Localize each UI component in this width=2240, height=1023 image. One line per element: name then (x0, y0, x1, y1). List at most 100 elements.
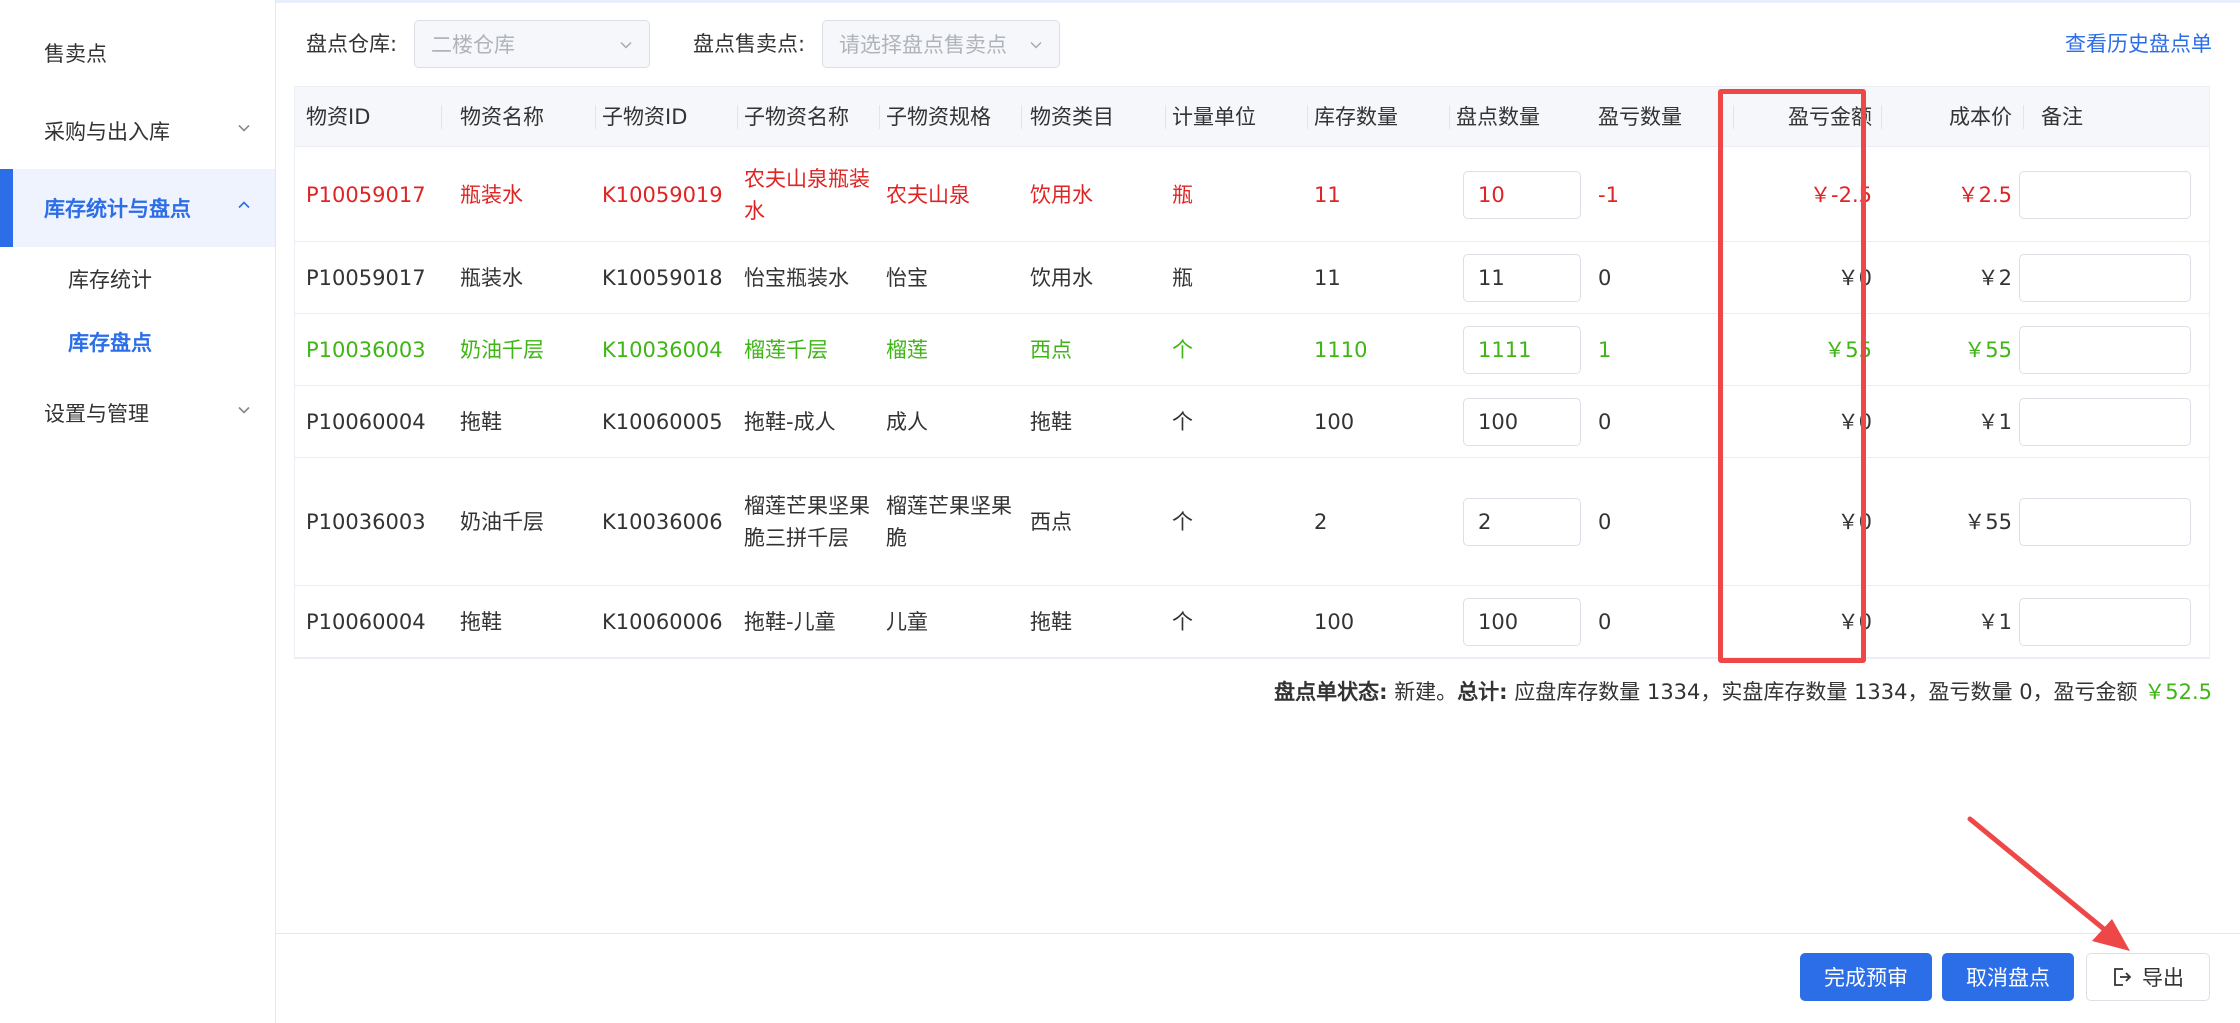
cell-text: 饮用水 (1030, 182, 1093, 207)
cell-text: 拖鞋 (460, 410, 502, 434)
cell-text: ￥0 (1837, 510, 1872, 534)
remark-input[interactable] (2019, 254, 2191, 302)
count-input[interactable]: 11 (1463, 254, 1581, 302)
sidebar-item-settings[interactable]: 设置与管理 (0, 374, 275, 452)
cell-text: 饮用水 (1030, 266, 1093, 290)
cell-text: P10060004 (306, 610, 426, 634)
remark-input[interactable] (2019, 598, 2191, 646)
cell-sub-id: K10036006 (602, 458, 744, 586)
table-row: P10059017 瓶装水 K10059019 农夫山泉瓶装水 农夫山泉 饮用水 瓶 11 -1… (295, 147, 2209, 242)
count-input[interactable]: 10 (1463, 170, 1581, 219)
cell-stock: 11 (1314, 242, 1456, 314)
count-input[interactable]: 100 (1463, 598, 1581, 646)
cell-cost: ￥2 (1882, 242, 2012, 314)
complete-review-button[interactable]: 完成预审 (1800, 953, 1932, 1001)
cancel-count-button[interactable]: 取消盘点 (1942, 953, 2074, 1001)
cell-spec: 榴莲 (886, 314, 1018, 386)
cell-text: 100 (1314, 410, 1355, 434)
footer-divider (276, 933, 2240, 934)
sale-point-select-placeholder: 请选择盘点售卖点 (839, 33, 1007, 57)
column-header: 物资ID (306, 87, 448, 147)
sidebar-item-sale-point[interactable]: 售卖点 (0, 14, 275, 92)
remark-input[interactable] (2019, 170, 2191, 219)
cell-text: 榴莲芒果坚果脆三拼千层 (744, 494, 870, 550)
cell-name: 瓶装水 (460, 147, 602, 242)
cell-spec: 成人 (886, 386, 1018, 458)
cell-remark (2019, 386, 2199, 458)
remark-input[interactable] (2019, 398, 2191, 446)
cell-text: ￥-2.5 (1810, 182, 1872, 207)
cell-text: ￥55 (1964, 338, 2012, 362)
cell-id: P10036003 (306, 458, 448, 586)
cell-text: ￥1 (1977, 410, 2012, 434)
cell-diff: -1 (1598, 147, 1740, 242)
table-header: 物资ID 物资名称 子物资ID 子物资名称 子物资规格 物资类目 计量单位 库存… (295, 87, 2209, 147)
column-header: 物资类目 (1030, 87, 1172, 147)
count-input[interactable]: 2 (1463, 498, 1581, 546)
cell-name: 拖鞋 (460, 586, 602, 658)
table-row: P10059017 瓶装水 K10059018 怡宝瓶装水 怡宝 饮用水 瓶 11 0 ￥0 ￥2 1… (295, 242, 2209, 314)
column-header: 子物资规格 (886, 87, 1028, 147)
cell-text: 11 (1314, 182, 1341, 207)
count-input[interactable]: 100 (1463, 398, 1581, 446)
cell-stock: 2 (1314, 458, 1456, 586)
cell-text: 瓶 (1172, 182, 1193, 207)
chevron-down-icon (1030, 41, 1042, 49)
cell-text: K10059019 (602, 182, 723, 207)
table-row: P10060004 拖鞋 K10060005 拖鞋-成人 成人 拖鞋 个 100 0 ￥0 ￥1 10… (295, 386, 2209, 458)
cell-amount: ￥0 (1740, 458, 1872, 586)
remark-input[interactable] (2019, 498, 2191, 546)
column-header: 子物资ID (602, 87, 744, 147)
cell-count: 2 (1463, 458, 1593, 586)
cell-text: 农夫山泉 (886, 182, 970, 207)
cell-sub-name: 榴莲芒果坚果脆三拼千层 (744, 458, 876, 586)
cell-text: 怡宝 (886, 266, 928, 290)
cell-text: ￥0 (1837, 610, 1872, 634)
cell-count: 100 (1463, 386, 1593, 458)
cell-text: 0 (1598, 510, 1612, 534)
cell-text: 奶油千层 (460, 510, 544, 534)
cell-count: 10 (1463, 147, 1593, 242)
cell-id: P10060004 (306, 386, 448, 458)
remark-input[interactable] (2019, 326, 2191, 374)
cell-text: 西点 (1030, 510, 1072, 534)
cell-text: 瓶 (1172, 266, 1193, 290)
warehouse-select[interactable]: 二楼仓库 (414, 20, 650, 68)
cell-text: K10059018 (602, 266, 723, 290)
cell-remark (2019, 458, 2199, 586)
cell-text: 农夫山泉瓶装水 (744, 166, 870, 223)
cell-name: 奶油千层 (460, 458, 602, 586)
cell-text: 11 (1314, 266, 1341, 290)
count-input[interactable]: 1111 (1463, 326, 1581, 374)
cell-text: K10060005 (602, 410, 723, 434)
cell-sub-id: K10060005 (602, 386, 744, 458)
cell-count: 100 (1463, 586, 1593, 658)
cell-text: 榴莲 (886, 338, 928, 362)
cell-cost: ￥1 (1882, 386, 2012, 458)
sidebar-sub-inventory-count[interactable]: 库存盘点 (0, 311, 275, 373)
sidebar-sub-inventory-stats[interactable]: 库存统计 (0, 248, 275, 310)
sidebar-item-inventory[interactable]: 库存统计与盘点 (0, 169, 275, 247)
export-button[interactable]: 导出 (2086, 953, 2210, 1001)
cell-id: P10036003 (306, 314, 448, 386)
cell-sub-name: 拖鞋-儿童 (744, 586, 876, 658)
sidebar-item-purchase[interactable]: 采购与出入库 (0, 92, 275, 170)
cell-text: 成人 (886, 410, 928, 434)
cell-sub-id: K10036004 (602, 314, 744, 386)
cell-text: ￥1 (1977, 610, 2012, 634)
cell-text: 拖鞋-成人 (744, 410, 836, 434)
cell-cost: ￥1 (1882, 586, 2012, 658)
column-header: 盈亏数量 (1598, 87, 1740, 147)
cell-text: 拖鞋 (460, 610, 502, 634)
cell-name: 奶油千层 (460, 314, 602, 386)
cell-category: 西点 (1030, 314, 1172, 386)
sidebar-item-label: 售卖点 (44, 42, 107, 66)
cell-text: 奶油千层 (460, 338, 544, 362)
column-header: 子物资名称 (744, 87, 886, 147)
cell-text: 1110 (1314, 338, 1368, 362)
sale-point-select[interactable]: 请选择盘点售卖点 (822, 20, 1060, 68)
cell-text: P10060004 (306, 410, 426, 434)
cell-stock: 100 (1314, 586, 1456, 658)
cell-amount: ￥0 (1740, 586, 1872, 658)
view-history-link[interactable]: 查看历史盘点单 (2065, 28, 2212, 58)
